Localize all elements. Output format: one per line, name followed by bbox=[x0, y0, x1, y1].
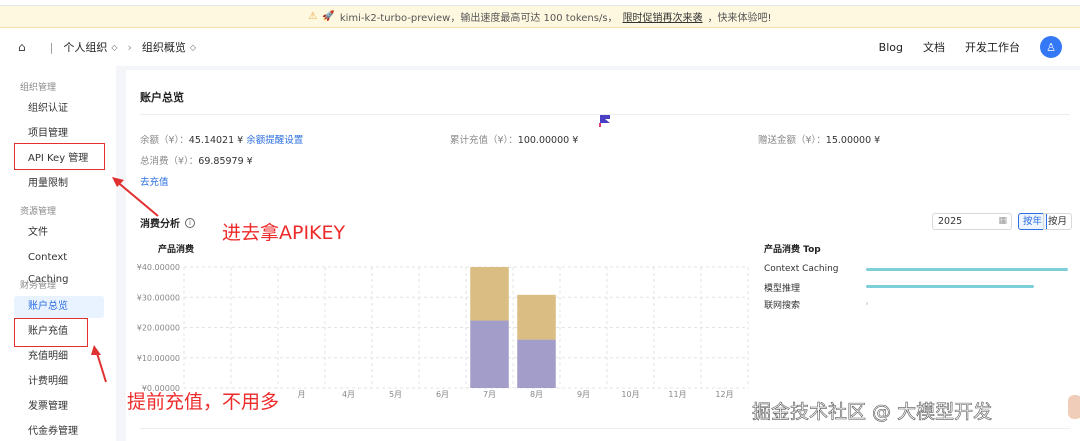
arrow-line bbox=[114, 179, 159, 217]
annotation-prepay: 提前充值，不用多 bbox=[127, 391, 280, 413]
arrow-head bbox=[91, 345, 101, 355]
annotation-arrows bbox=[91, 177, 159, 383]
watermark: 掘金技术社区 @ 大模型开发 bbox=[752, 401, 993, 424]
avatar-sticker bbox=[1068, 395, 1080, 419]
annotation-get-key: 进去拿APIKEY bbox=[222, 222, 346, 244]
